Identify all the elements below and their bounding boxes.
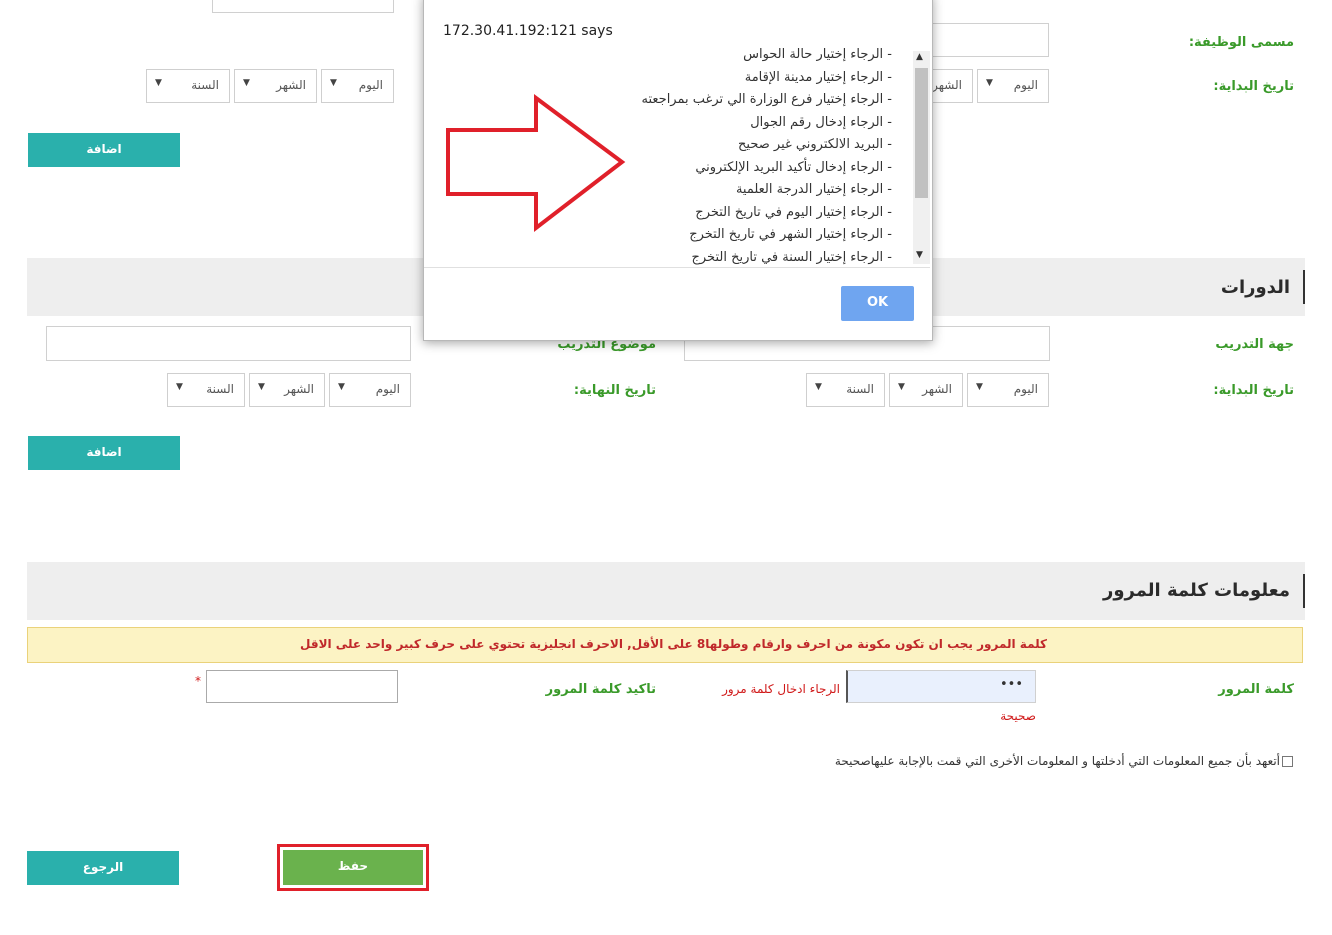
courses-start-date-label: تاريخ البداية: xyxy=(1213,383,1294,398)
courses-end-day-select[interactable]: اليوم ▼ xyxy=(329,373,411,407)
job-title-input[interactable] xyxy=(931,23,1049,57)
chevron-down-icon: ▼ xyxy=(815,382,822,392)
dialog-message: - الرجاء إدخال تأكيد البريد الإلكتروني xyxy=(695,160,892,175)
courses-start-year-select[interactable]: السنة ▼ xyxy=(806,373,885,407)
courses-start-day-select[interactable]: اليوم ▼ xyxy=(967,373,1049,407)
chevron-down-icon: ▼ xyxy=(243,78,250,88)
chevron-down-icon: ▼ xyxy=(898,382,905,392)
dialog-separator xyxy=(424,267,930,268)
training-topic-input[interactable] xyxy=(46,326,411,361)
top-add-button[interactable]: اضافة xyxy=(28,133,180,167)
top-start-day-select[interactable]: اليوم ▼ xyxy=(977,69,1049,103)
scroll-down-icon[interactable]: ▼ xyxy=(916,250,923,260)
dialog-scrollbar[interactable]: ▲ ▼ xyxy=(913,51,930,264)
scroll-thumb[interactable] xyxy=(915,68,928,198)
dialog-message: - الرجاء إختيار الدرجة العلمية xyxy=(735,182,892,197)
top-end-month-select[interactable]: الشهر ▼ xyxy=(234,69,317,103)
dialog-message: - الرجاء إختيار السنة في تاريخ التخرج xyxy=(691,250,892,265)
confirm-password-input[interactable] xyxy=(206,670,398,703)
scroll-up-icon[interactable]: ▲ xyxy=(916,52,923,62)
chevron-down-icon: ▼ xyxy=(258,382,265,392)
ok-button[interactable]: OK xyxy=(841,286,914,321)
required-mark: * xyxy=(195,674,201,688)
dialog-message: - الرجاء إدخال رقم الجوال xyxy=(750,115,892,130)
courses-section-mark xyxy=(1303,270,1305,304)
training-body-label: جهة التدريب xyxy=(1215,337,1294,352)
save-button[interactable]: حفظ xyxy=(283,850,423,885)
chevron-down-icon: ▼ xyxy=(986,78,993,88)
red-arrow-annotation xyxy=(446,94,626,233)
dialog-message: - البريد الالكتروني غير صحيح xyxy=(738,137,892,152)
courses-end-month-select[interactable]: الشهر ▼ xyxy=(249,373,325,407)
password-warning: كلمة المرور يجب ان تكون مكونة من احرف وا… xyxy=(27,627,1303,663)
password-title: معلومات كلمة المرور xyxy=(1102,580,1290,601)
back-button[interactable]: الرجوع xyxy=(27,851,179,885)
chevron-down-icon: ▼ xyxy=(155,78,162,88)
chevron-down-icon: ▼ xyxy=(976,382,983,392)
courses-start-month-select[interactable]: الشهر ▼ xyxy=(889,373,963,407)
password-section-mark xyxy=(1303,574,1305,608)
courses-end-year-select[interactable]: السنة ▼ xyxy=(167,373,245,407)
top-end-year-select[interactable]: السنة ▼ xyxy=(146,69,230,103)
dialog-title: 172.30.41.192:121 says xyxy=(443,23,613,39)
dialog-message: - الرجاء إختيار اليوم في تاريخ التخرج xyxy=(695,205,892,220)
pledge-checkbox[interactable] xyxy=(1282,756,1293,767)
dialog-message: - الرجاء إختيار مدينة الإقامة xyxy=(744,70,892,85)
dialog-message: - الرجاء إختيار حالة الحواس xyxy=(743,47,892,62)
dialog-message: - الرجاء إختيار الشهر في تاريخ التخرج xyxy=(689,227,892,242)
job-title-label: مسمى الوظيفة: xyxy=(1188,35,1294,50)
chevron-down-icon: ▼ xyxy=(330,78,337,88)
password-label: كلمة المرور xyxy=(1218,682,1294,697)
dialog-message: - الرجاء إختيار فرع الوزارة الي ترغب بمر… xyxy=(641,92,893,107)
courses-title: الدورات xyxy=(1220,277,1290,298)
confirm-password-label: تاكيد كلمة المرور xyxy=(545,682,656,697)
password-input[interactable]: ••• xyxy=(846,670,1036,703)
top-start-date-label: تاريخ البداية: xyxy=(1213,79,1294,94)
top-start-month-select[interactable]: الشهر xyxy=(931,69,973,103)
password-error: الرجاء ادخال كلمة مرور xyxy=(722,682,840,696)
top-input-left[interactable] xyxy=(212,0,394,13)
password-warning-text: كلمة المرور يجب ان تكون مكونة من احرف وا… xyxy=(300,637,1047,651)
courses-add-button[interactable]: اضافة xyxy=(28,436,180,470)
chevron-down-icon: ▼ xyxy=(338,382,345,392)
chevron-down-icon: ▼ xyxy=(176,382,183,392)
password-error-2: صحيحة xyxy=(1000,709,1036,723)
pledge-text: أتعهد بأن جميع المعلومات التي أدخلتها و … xyxy=(834,754,1280,768)
courses-end-date-label: تاريخ النهاية: xyxy=(573,383,656,398)
arrow-shape xyxy=(446,94,626,233)
top-end-day-select[interactable]: اليوم ▼ xyxy=(321,69,394,103)
